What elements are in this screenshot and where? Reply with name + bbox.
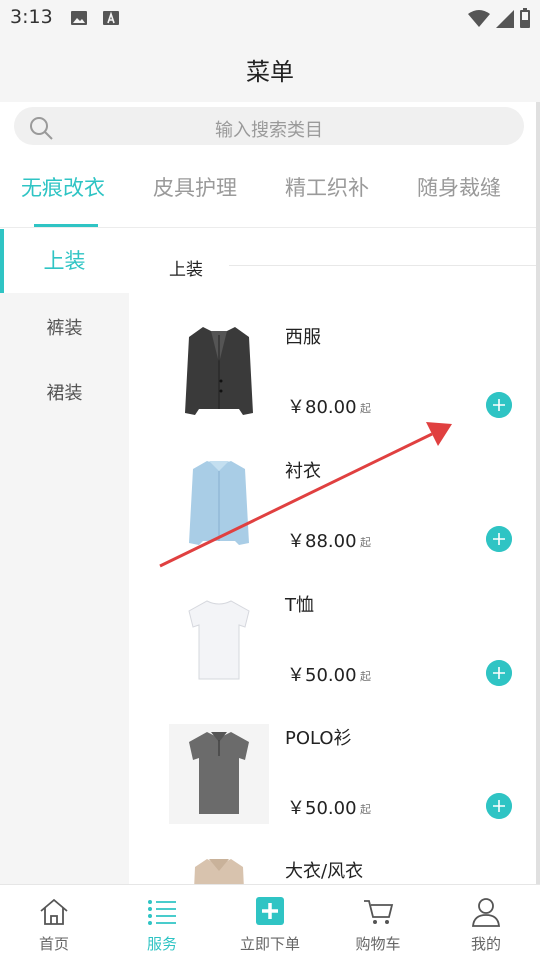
search-input[interactable]: 输入搜索类目 <box>14 107 524 145</box>
price-suffix: 起 <box>360 536 371 549</box>
tab-piju-huli[interactable]: 皮具护理 <box>153 172 237 202</box>
add-to-cart-button[interactable] <box>486 793 512 819</box>
price-suffix: 起 <box>360 402 371 415</box>
sidebar-item-qunzhuang[interactable]: 裙装 <box>0 379 129 405</box>
home-icon <box>40 898 68 925</box>
add-to-cart-button[interactable] <box>486 392 512 418</box>
page-title: 菜单 <box>246 58 294 86</box>
product-list: 上装 西服 ￥80.00 起 衬衣 ￥88.00 起 T恤 ￥50.00 起 P… <box>129 229 540 884</box>
product-price: ￥50.00 <box>287 798 357 819</box>
price-suffix: 起 <box>360 803 371 816</box>
product-item[interactable]: 衬衣 ￥88.00 起 <box>129 457 540 577</box>
add-to-cart-button[interactable] <box>486 526 512 552</box>
category-sidebar: 上装 裤装 裙装 <box>0 229 129 884</box>
product-price: ￥80.00 <box>287 397 357 418</box>
app-notification-icon <box>103 11 119 25</box>
status-bar: 3:13 <box>0 0 540 36</box>
sidebar-active-indicator <box>0 229 4 293</box>
nav-label: 首页 <box>38 935 69 953</box>
search-placeholder: 输入搜索类目 <box>215 120 323 141</box>
product-price: ￥88.00 <box>287 531 357 552</box>
nav-label: 购物车 <box>355 935 401 953</box>
product-name: 西服 <box>285 327 321 348</box>
wifi-icon <box>468 10 490 27</box>
plus-square-icon <box>256 897 284 925</box>
tab-jinggong-zhibu[interactable]: 精工织补 <box>285 172 369 202</box>
header: 菜单 <box>0 36 540 102</box>
nav-label: 我的 <box>470 935 501 953</box>
user-icon <box>472 898 500 927</box>
list-icon <box>148 900 176 925</box>
suit-jacket-image <box>185 327 253 415</box>
nav-order-now[interactable]: 立即下单 <box>216 885 324 960</box>
product-item[interactable]: POLO衫 ￥50.00 起 <box>129 724 540 844</box>
scrollbar[interactable] <box>536 102 540 884</box>
nav-profile[interactable]: 我的 <box>432 885 540 960</box>
cart-icon <box>364 900 394 924</box>
nav-service[interactable]: 服务 <box>108 885 216 960</box>
section-divider <box>229 265 540 266</box>
sidebar-item-kuzhuang[interactable]: 裤装 <box>0 314 129 340</box>
active-tab-indicator <box>34 224 98 227</box>
section-title: 上装 <box>169 260 203 280</box>
price-suffix: 起 <box>360 670 371 683</box>
product-name: 衬衣 <box>285 461 321 482</box>
nav-label: 立即下单 <box>239 935 300 953</box>
tab-suishen-caifeng[interactable]: 随身裁缝 <box>417 172 501 202</box>
add-to-cart-button[interactable] <box>486 660 512 686</box>
product-item[interactable]: 大衣/风衣 <box>129 857 540 884</box>
signal-icon <box>496 10 514 28</box>
sidebar-item-shangzhuang[interactable]: 上装 <box>0 229 129 293</box>
tab-wuhen-gaiyi[interactable]: 无痕改衣 <box>21 172 105 202</box>
product-name: T恤 <box>285 595 314 616</box>
product-name: 大衣/风衣 <box>285 861 364 882</box>
battery-icon <box>520 8 530 28</box>
status-time: 3:13 <box>10 6 53 28</box>
nav-label: 服务 <box>146 935 177 953</box>
bottom-navigation: 首页 服务 立即下单 购物车 我的 <box>0 884 540 960</box>
nav-home[interactable]: 首页 <box>0 885 108 960</box>
product-name: POLO衫 <box>285 728 352 749</box>
product-item[interactable]: T恤 ￥50.00 起 <box>129 591 540 711</box>
nav-cart[interactable]: 购物车 <box>324 885 432 960</box>
trench-coat-image <box>194 859 244 884</box>
search-bar: 输入搜索类目 <box>0 102 540 152</box>
category-tabs: 无痕改衣 皮具护理 精工织补 随身裁缝 <box>0 156 540 228</box>
product-item[interactable]: 西服 ￥80.00 起 <box>129 323 540 443</box>
image-notification-icon <box>71 11 87 25</box>
dress-shirt-image <box>189 461 249 545</box>
product-price: ￥50.00 <box>287 665 357 686</box>
polo-shirt-image <box>169 724 269 824</box>
t-shirt-image <box>188 600 250 680</box>
